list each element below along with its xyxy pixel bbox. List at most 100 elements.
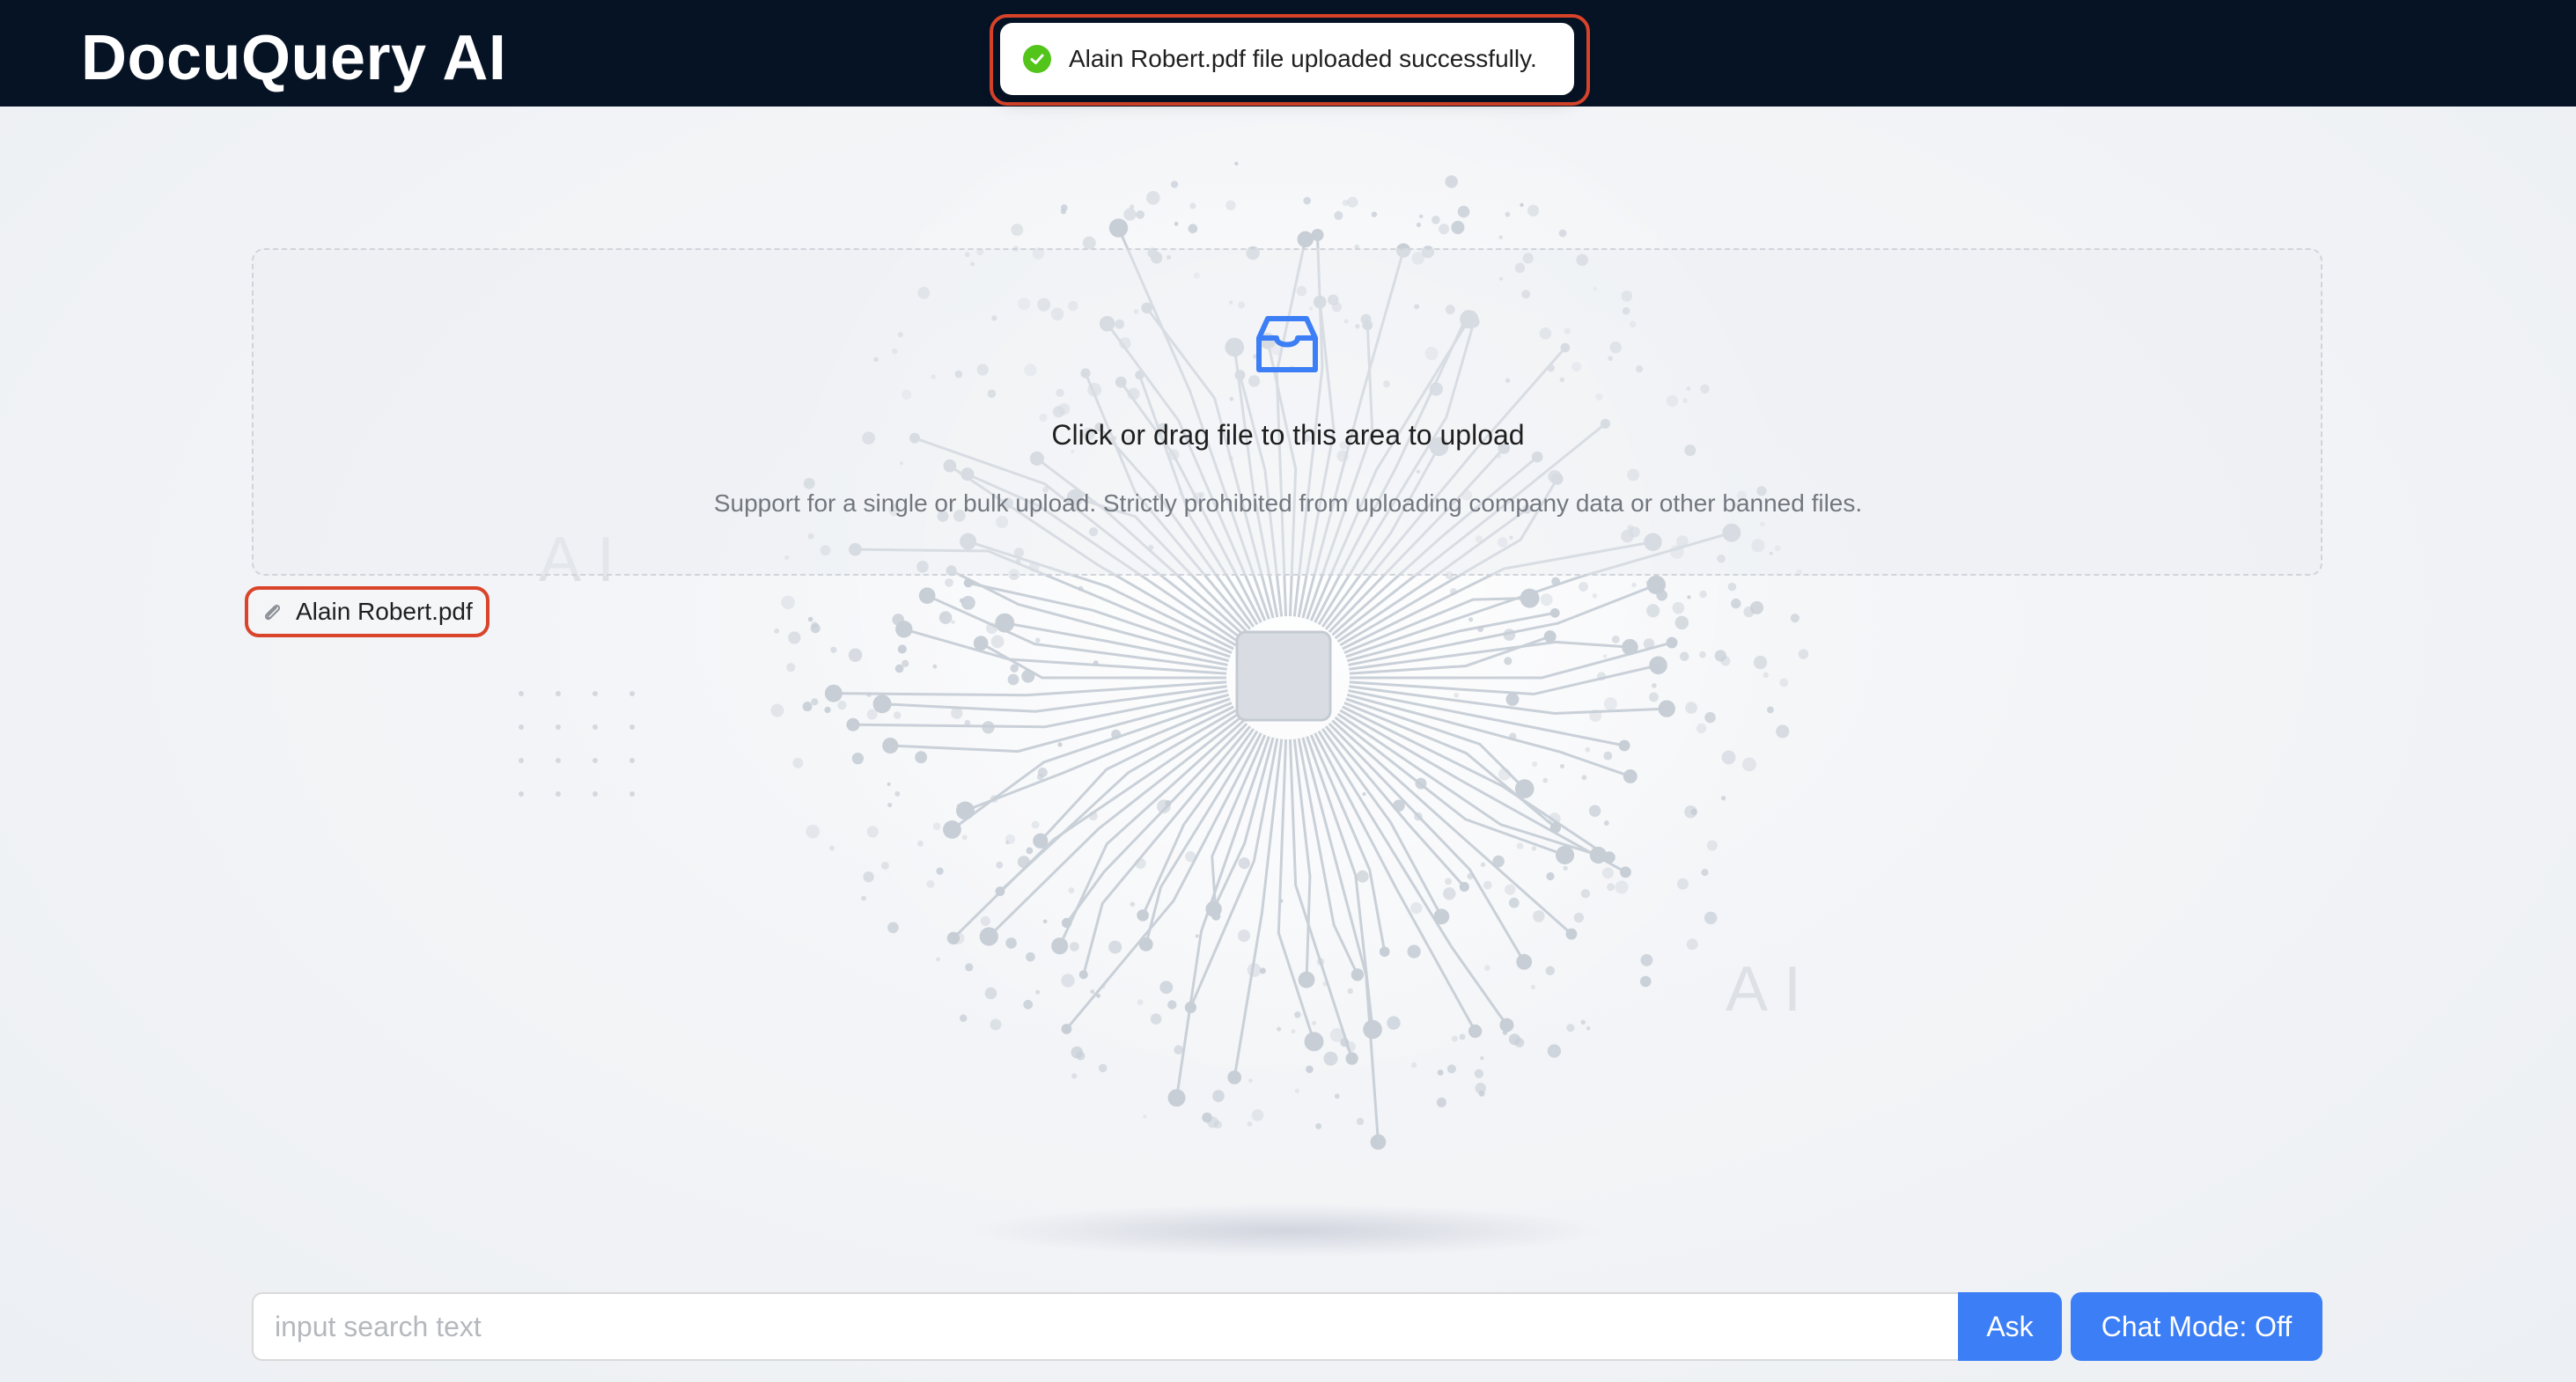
circuit-dot [1185,851,1196,863]
circuit-dot [806,824,821,839]
circuit-trace [1039,705,1234,842]
circuit-trace [1144,730,1259,945]
circuit-dot [1714,650,1726,662]
check-circle-icon [1023,45,1051,73]
circuit-dot [1135,857,1146,869]
circuit-dot [1533,910,1545,923]
circuit-dot [1750,600,1764,614]
circuit-dot [1329,1027,1344,1042]
circuit-dot [1322,981,1328,987]
ask-button[interactable]: Ask [1958,1292,2062,1361]
circuit-dot [1721,750,1736,765]
circuit-node [963,578,973,588]
circuit-dot [811,621,819,629]
chat-mode-toggle-button[interactable]: Chat Mode: Off [2071,1292,2322,1361]
circuit-node [1061,1024,1072,1034]
circuit-node [946,931,960,945]
circuit-dot [1474,1069,1484,1078]
circuit-dot [1597,672,1607,681]
circuit-trace [1212,737,1275,910]
circuit-dot [1137,999,1144,1005]
circuit-trace [952,712,1240,939]
circuit-dot [1530,984,1536,989]
chip-graphic [1235,630,1332,722]
circuit-dot [1143,1114,1147,1119]
circuit-trace [1343,702,1557,829]
circuit-node [1622,638,1638,656]
circuit-dot [1415,777,1427,790]
uploaded-file-item[interactable]: Alain Robert.pdf [245,586,489,637]
circuit-dot [990,635,1005,649]
circuit-trace [1343,597,1530,654]
circuit-trace [1321,728,1443,917]
paperclip-icon [264,604,281,621]
circuit-trace [1349,664,1659,696]
circuit-trace [1350,641,1673,680]
circuit-trace [1314,732,1476,1033]
circuit-dot [1159,981,1174,995]
circuit-dot [1483,880,1492,890]
circuit-dot [1468,617,1474,622]
circuit-dot [770,703,784,717]
upload-hint: Support for a single or bulk upload. Str… [713,489,1863,517]
circuit-dot [894,664,904,673]
circuit-dot [1436,1097,1446,1107]
search-input[interactable] [252,1292,1960,1361]
circuit-dot [1652,682,1657,688]
circuit-node [943,820,961,839]
circuit-node [1433,908,1450,925]
circuit-dot [1294,1088,1300,1093]
circuit-dot [1060,204,1068,211]
circuit-dot [1334,1093,1340,1099]
circuit-dot [1042,919,1048,924]
circuit-dot [1443,887,1456,901]
circuit-node [1363,1019,1382,1040]
circuit-node [979,927,998,946]
circuit-dot [1478,1090,1485,1097]
circuit-dot [1603,820,1609,826]
circuit-dot [1573,912,1585,923]
circuit-node [918,587,936,605]
circuit-dot [1432,215,1440,224]
circuit-dot [1503,629,1516,641]
circuit-dot [1174,1045,1183,1055]
circuit-dot [1704,911,1718,924]
upload-dropzone[interactable] [252,248,2322,576]
circuit-node [1646,575,1666,595]
circuit-dot [932,664,938,669]
circuit-dot [1502,1030,1508,1035]
circuit-trace [951,697,1231,831]
circuit-node [1589,846,1608,864]
toast-message: Alain Robert.pdf file uploaded successfu… [1069,45,1537,72]
circuit-dot [1484,965,1490,971]
circuit-dot [1607,883,1616,892]
circuit-trace [833,680,1227,697]
circuit-trace [1292,739,1312,981]
circuit-node [1167,1089,1186,1107]
circuit-dot [1603,697,1617,711]
circuit-dot [1767,706,1774,714]
circuit-dot [1416,222,1422,227]
circuit-dot [1174,221,1179,226]
circuit-dot [1189,202,1196,210]
circuit-dot [1720,656,1731,666]
circuit-node [1514,779,1535,798]
circuit-node [956,801,975,820]
circuit-dot [1585,746,1591,753]
circuit-dot [1323,1051,1338,1066]
circuit-dot [1165,799,1172,807]
circuit-dot [1504,657,1512,665]
circuit-dot [956,803,961,809]
circuit-trace [1082,725,1252,975]
circuit-node [1304,1032,1324,1052]
circuit-dot [1477,625,1484,633]
circuit-trace [1334,716,1566,856]
circuit-dot [1615,880,1629,894]
circuit-node [1205,901,1222,917]
circuit-dot [1108,940,1122,954]
circuit-trace [1328,722,1526,963]
circuit-dot [1699,590,1707,599]
circuit-dot [1294,1011,1301,1018]
circuit-dot [936,957,940,962]
circuit-dot [1345,1041,1356,1052]
